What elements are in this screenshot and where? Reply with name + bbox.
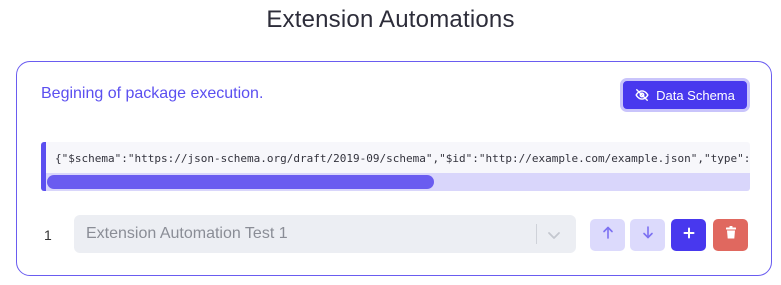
schema-code-text: {"$schema":"https://json-schema.org/draf… <box>55 152 750 165</box>
automation-select-value: Extension Automation Test 1 <box>86 225 288 242</box>
card-heading: Begining of package execution. <box>41 85 264 102</box>
chevron-down-icon[interactable] <box>547 228 561 246</box>
automation-card: Begining of package execution. Data Sche… <box>16 61 772 276</box>
code-scrollbar-track[interactable] <box>46 173 750 191</box>
code-scrollbar-thumb[interactable] <box>47 175 435 189</box>
trash-icon <box>725 226 737 244</box>
move-down-button[interactable] <box>630 219 665 251</box>
arrow-up-icon <box>602 226 614 244</box>
row-index: 1 <box>44 227 52 243</box>
data-schema-label: Data Schema <box>656 87 735 103</box>
add-automation-button[interactable] <box>671 219 706 251</box>
page-title: Extension Automations <box>266 6 515 33</box>
automation-select[interactable]: Extension Automation Test 1 <box>74 215 576 253</box>
delete-automation-button[interactable] <box>713 219 748 251</box>
schema-code-block: {"$schema":"https://json-schema.org/draf… <box>41 142 750 191</box>
select-separator <box>536 224 537 244</box>
eye-off-icon <box>635 88 649 102</box>
arrow-down-icon <box>642 226 654 244</box>
data-schema-button[interactable]: Data Schema <box>620 78 750 112</box>
move-up-button[interactable] <box>590 219 625 251</box>
plus-icon <box>683 226 695 244</box>
